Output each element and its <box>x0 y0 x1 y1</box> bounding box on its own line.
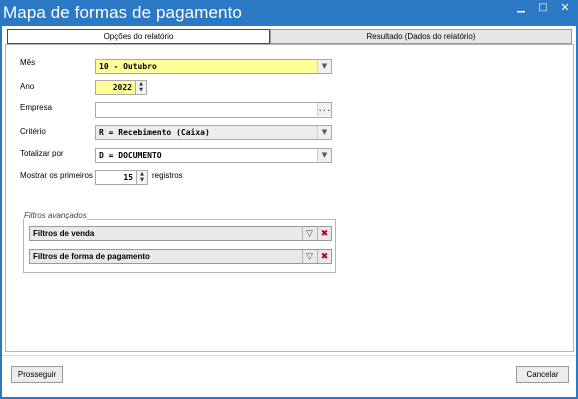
filtros-venda-bar[interactable]: Filtros de venda ▽ ✖ <box>29 226 332 241</box>
filtros-forma-pagamento-bar[interactable]: Filtros de forma de pagamento ▽ ✖ <box>29 249 332 264</box>
title-bar: Mapa de formas de pagamento ▁ □ ✕ <box>0 0 578 26</box>
funnel-icon[interactable]: ▽ <box>302 250 316 263</box>
window-client: Opções do relatório Resultado (Dados do … <box>2 26 576 397</box>
registros-label: registros <box>152 171 183 180</box>
criterio-value: R = Recebimento (Caixa) <box>99 128 210 137</box>
window-title: Mapa de formas de pagamento <box>3 3 242 22</box>
ano-spin-buttons[interactable]: ▲ ▼ <box>135 81 146 94</box>
mostrar-spin-buttons[interactable]: ▲ ▼ <box>136 171 147 184</box>
chevron-down-icon[interactable]: ▼ <box>317 126 331 139</box>
ano-label: Ano <box>20 82 35 91</box>
close-button[interactable]: ✕ <box>555 1 575 15</box>
mostrar-value: 15 <box>123 173 133 182</box>
totalizar-value: D = DOCUMENTO <box>99 151 162 160</box>
tab-opcoes-relatorio[interactable]: Opções do relatório <box>7 29 270 44</box>
footer-bar: Prosseguir Cancelar <box>2 355 576 397</box>
empresa-label: Empresa <box>20 103 53 112</box>
clear-filter-icon[interactable]: ✖ <box>317 250 331 263</box>
tab-resultado[interactable]: Resultado (Dados do relatório) <box>270 29 572 44</box>
ano-value: 2022 <box>112 83 132 92</box>
filtros-venda-label: Filtros de venda <box>33 229 95 238</box>
empresa-field[interactable]: ... <box>95 102 332 118</box>
filtros-forma-pagamento-label: Filtros de forma de pagamento <box>33 252 150 261</box>
mostrar-label: Mostrar os primeiros <box>20 171 93 180</box>
mostrar-spinner[interactable]: 15 ▲ ▼ <box>95 170 148 185</box>
mes-label: Mês <box>20 58 36 67</box>
triangle-down-icon[interactable]: ▼ <box>137 177 147 183</box>
totalizar-label: Totalizar por <box>20 149 64 158</box>
clear-filter-icon[interactable]: ✖ <box>317 227 331 240</box>
filtros-avancados-title: Filtros avançados <box>24 211 87 220</box>
maximize-button[interactable]: □ <box>533 1 553 15</box>
filtros-avancados-group: Filtros de venda ▽ ✖ Filtros de forma de… <box>23 219 336 273</box>
criterio-label: Critério <box>20 127 46 136</box>
chevron-down-icon[interactable]: ▼ <box>317 60 331 73</box>
mes-select[interactable]: 10 - Outubro ▼ <box>95 59 332 74</box>
chevron-down-icon[interactable]: ▼ <box>317 149 331 162</box>
minimize-button[interactable]: ▁ <box>511 1 531 15</box>
tab-strip: Opções do relatório Resultado (Dados do … <box>2 26 576 46</box>
criterio-select[interactable]: R = Recebimento (Caixa) ▼ <box>95 125 332 140</box>
options-panel: Mês 10 - Outubro ▼ Ano 2022 ▲ ▼ Empresa … <box>5 44 574 352</box>
empresa-browse-button[interactable]: ... <box>317 103 331 116</box>
ano-spinner[interactable]: 2022 ▲ ▼ <box>95 80 147 95</box>
totalizar-select[interactable]: D = DOCUMENTO ▼ <box>95 148 332 163</box>
triangle-down-icon[interactable]: ▼ <box>136 87 146 93</box>
prosseguir-button[interactable]: Prosseguir <box>11 366 63 383</box>
app-window: Mapa de formas de pagamento ▁ □ ✕ Opções… <box>0 0 578 399</box>
mes-value: 10 - Outubro <box>99 62 157 71</box>
cancelar-button[interactable]: Cancelar <box>516 366 569 383</box>
funnel-icon[interactable]: ▽ <box>302 227 316 240</box>
